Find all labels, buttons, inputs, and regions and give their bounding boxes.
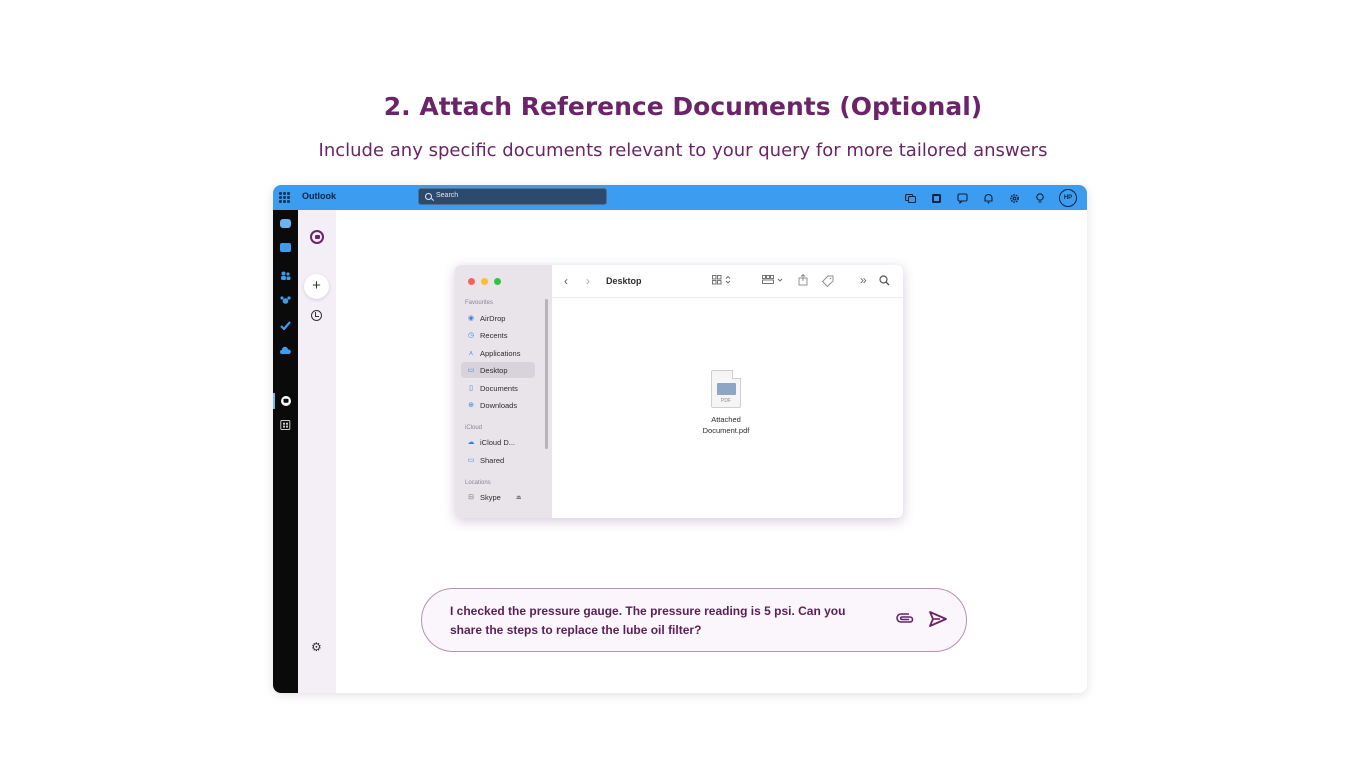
download-icon: ⊕ [468,402,474,409]
app-name: Outlook [302,191,336,201]
pdf-type-tag: PDF [721,398,731,404]
mail-icon[interactable] [280,219,291,228]
sidebar-item-shared[interactable]: ▭ Shared [461,452,535,468]
bell-icon[interactable] [981,191,995,205]
new-chat-button[interactable]: + [304,274,329,299]
page-subheading: Include any specific documents relevant … [318,140,1048,161]
search-box[interactable]: Search [418,188,607,205]
sidebar-item-label: Recents [480,330,508,340]
file-name-line2: Document.pdf [702,426,750,435]
applications-icon: ⋏ [468,350,474,357]
group-icon[interactable] [762,275,786,287]
close-dot-icon[interactable] [468,278,475,285]
minimize-dot-icon[interactable] [481,278,488,285]
finder-title: Desktop [606,276,642,286]
sidebar-item-label: Applications [480,348,521,358]
app-launcher-icon[interactable] [279,192,290,203]
sidebar-item-recents[interactable]: ◷ Recents [461,327,535,343]
cloud-icon: ☁ [467,439,475,446]
groups-icon[interactable] [280,292,291,304]
finder-sidebar: Favourites ◉ AirDrop ◷ Recents ⋏ Applica… [455,265,552,518]
more-icon[interactable]: » [860,273,867,287]
copilot-logo-icon [310,230,324,244]
section-icloud: iCloud [465,425,483,431]
feedback-icon[interactable] [955,191,969,205]
outlook-window: Outlook Search HP + ⚙ Favourites ◉ AirDr… [273,185,1087,693]
pdf-file-item[interactable]: PDF Attached Document.pdf [691,370,761,436]
sidebar-item-label: Shared [480,455,505,465]
file-name-line1: Attached [711,415,741,424]
pdf-thumbnail [717,383,736,395]
forward-icon[interactable]: › [586,274,590,288]
sidebar-item-airdrop[interactable]: ◉ AirDrop [461,310,535,326]
topbar-icons: HP [903,189,1077,207]
finder-window: Favourites ◉ AirDrop ◷ Recents ⋏ Applica… [455,265,903,518]
onedrive-icon[interactable] [280,342,291,354]
search-icon [425,193,432,200]
gear-icon[interactable] [1007,191,1021,205]
back-icon[interactable]: ‹ [564,274,568,288]
pdf-file-icon: PDF [711,370,741,408]
sidebar-item-label: Skype [480,492,501,502]
sidebar-item-icloud-drive[interactable]: ☁ iCloud D... [461,434,535,450]
sidebar-item-downloads[interactable]: ⊕ Downloads [461,397,535,413]
sidebar-item-label: AirDrop [480,313,506,323]
send-icon[interactable] [928,609,948,629]
sidebar-item-label: Desktop [480,365,508,375]
avatar[interactable]: HP [1059,189,1077,207]
teams-icon[interactable] [929,191,943,205]
desktop-icon: ▭ [467,367,475,374]
section-favourites: Favourites [465,300,494,306]
sidebar-item-skype[interactable]: ⊟ Skype ⏏ [461,489,535,505]
copilot-sidebar: + ⚙ [298,210,336,693]
history-icon[interactable] [311,310,322,321]
eject-icon[interactable]: ⏏ [516,494,522,501]
view-grid-icon[interactable] [712,275,732,287]
settings-icon[interactable]: ⚙ [311,640,322,654]
file-name: Attached Document.pdf [691,414,761,436]
chat-input-box[interactable]: I checked the pressure gauge. The pressu… [421,588,967,652]
finder-toolbar: ‹ › Desktop » [552,265,903,298]
airdrop-icon: ◉ [467,315,475,322]
finder-search-icon[interactable] [879,275,890,288]
disk-icon: ⊟ [468,494,474,501]
sidebar-item-applications[interactable]: ⋏ Applications [461,345,535,361]
rail-active-indicator [273,393,275,409]
shared-folder-icon: ▭ [467,457,475,464]
attach-paperclip-icon[interactable] [896,610,914,630]
share-icon[interactable] [798,273,808,288]
sidebar-scrollbar[interactable] [545,299,548,449]
search-placeholder: Search [436,192,459,199]
calendar-icon[interactable] [280,243,291,252]
clock-icon: ◷ [467,332,475,339]
meet-icon[interactable] [903,191,917,205]
sidebar-item-label: iCloud D... [480,437,516,447]
zoom-dot-icon[interactable] [494,278,501,285]
window-controls [468,278,501,285]
sidebar-item-label: Documents [480,383,518,393]
copilot-icon[interactable] [280,394,292,406]
sidebar-item-documents[interactable]: ▯ Documents [461,380,535,396]
chat-message-text[interactable]: I checked the pressure gauge. The pressu… [450,602,870,640]
people-icon[interactable] [280,267,291,280]
section-locations: Locations [465,480,491,486]
page-heading: 2. Attach Reference Documents (Optional) [383,92,983,121]
document-icon: ▯ [469,385,473,392]
apps-icon[interactable] [280,417,291,430]
todo-icon[interactable] [280,317,291,331]
lightbulb-icon[interactable] [1033,191,1047,205]
app-rail [273,210,298,693]
sidebar-item-desktop[interactable]: ▭ Desktop [461,362,535,378]
tag-icon[interactable] [821,275,834,289]
outlook-topbar: Outlook Search HP [273,185,1087,210]
sidebar-item-label: Downloads [480,400,518,410]
